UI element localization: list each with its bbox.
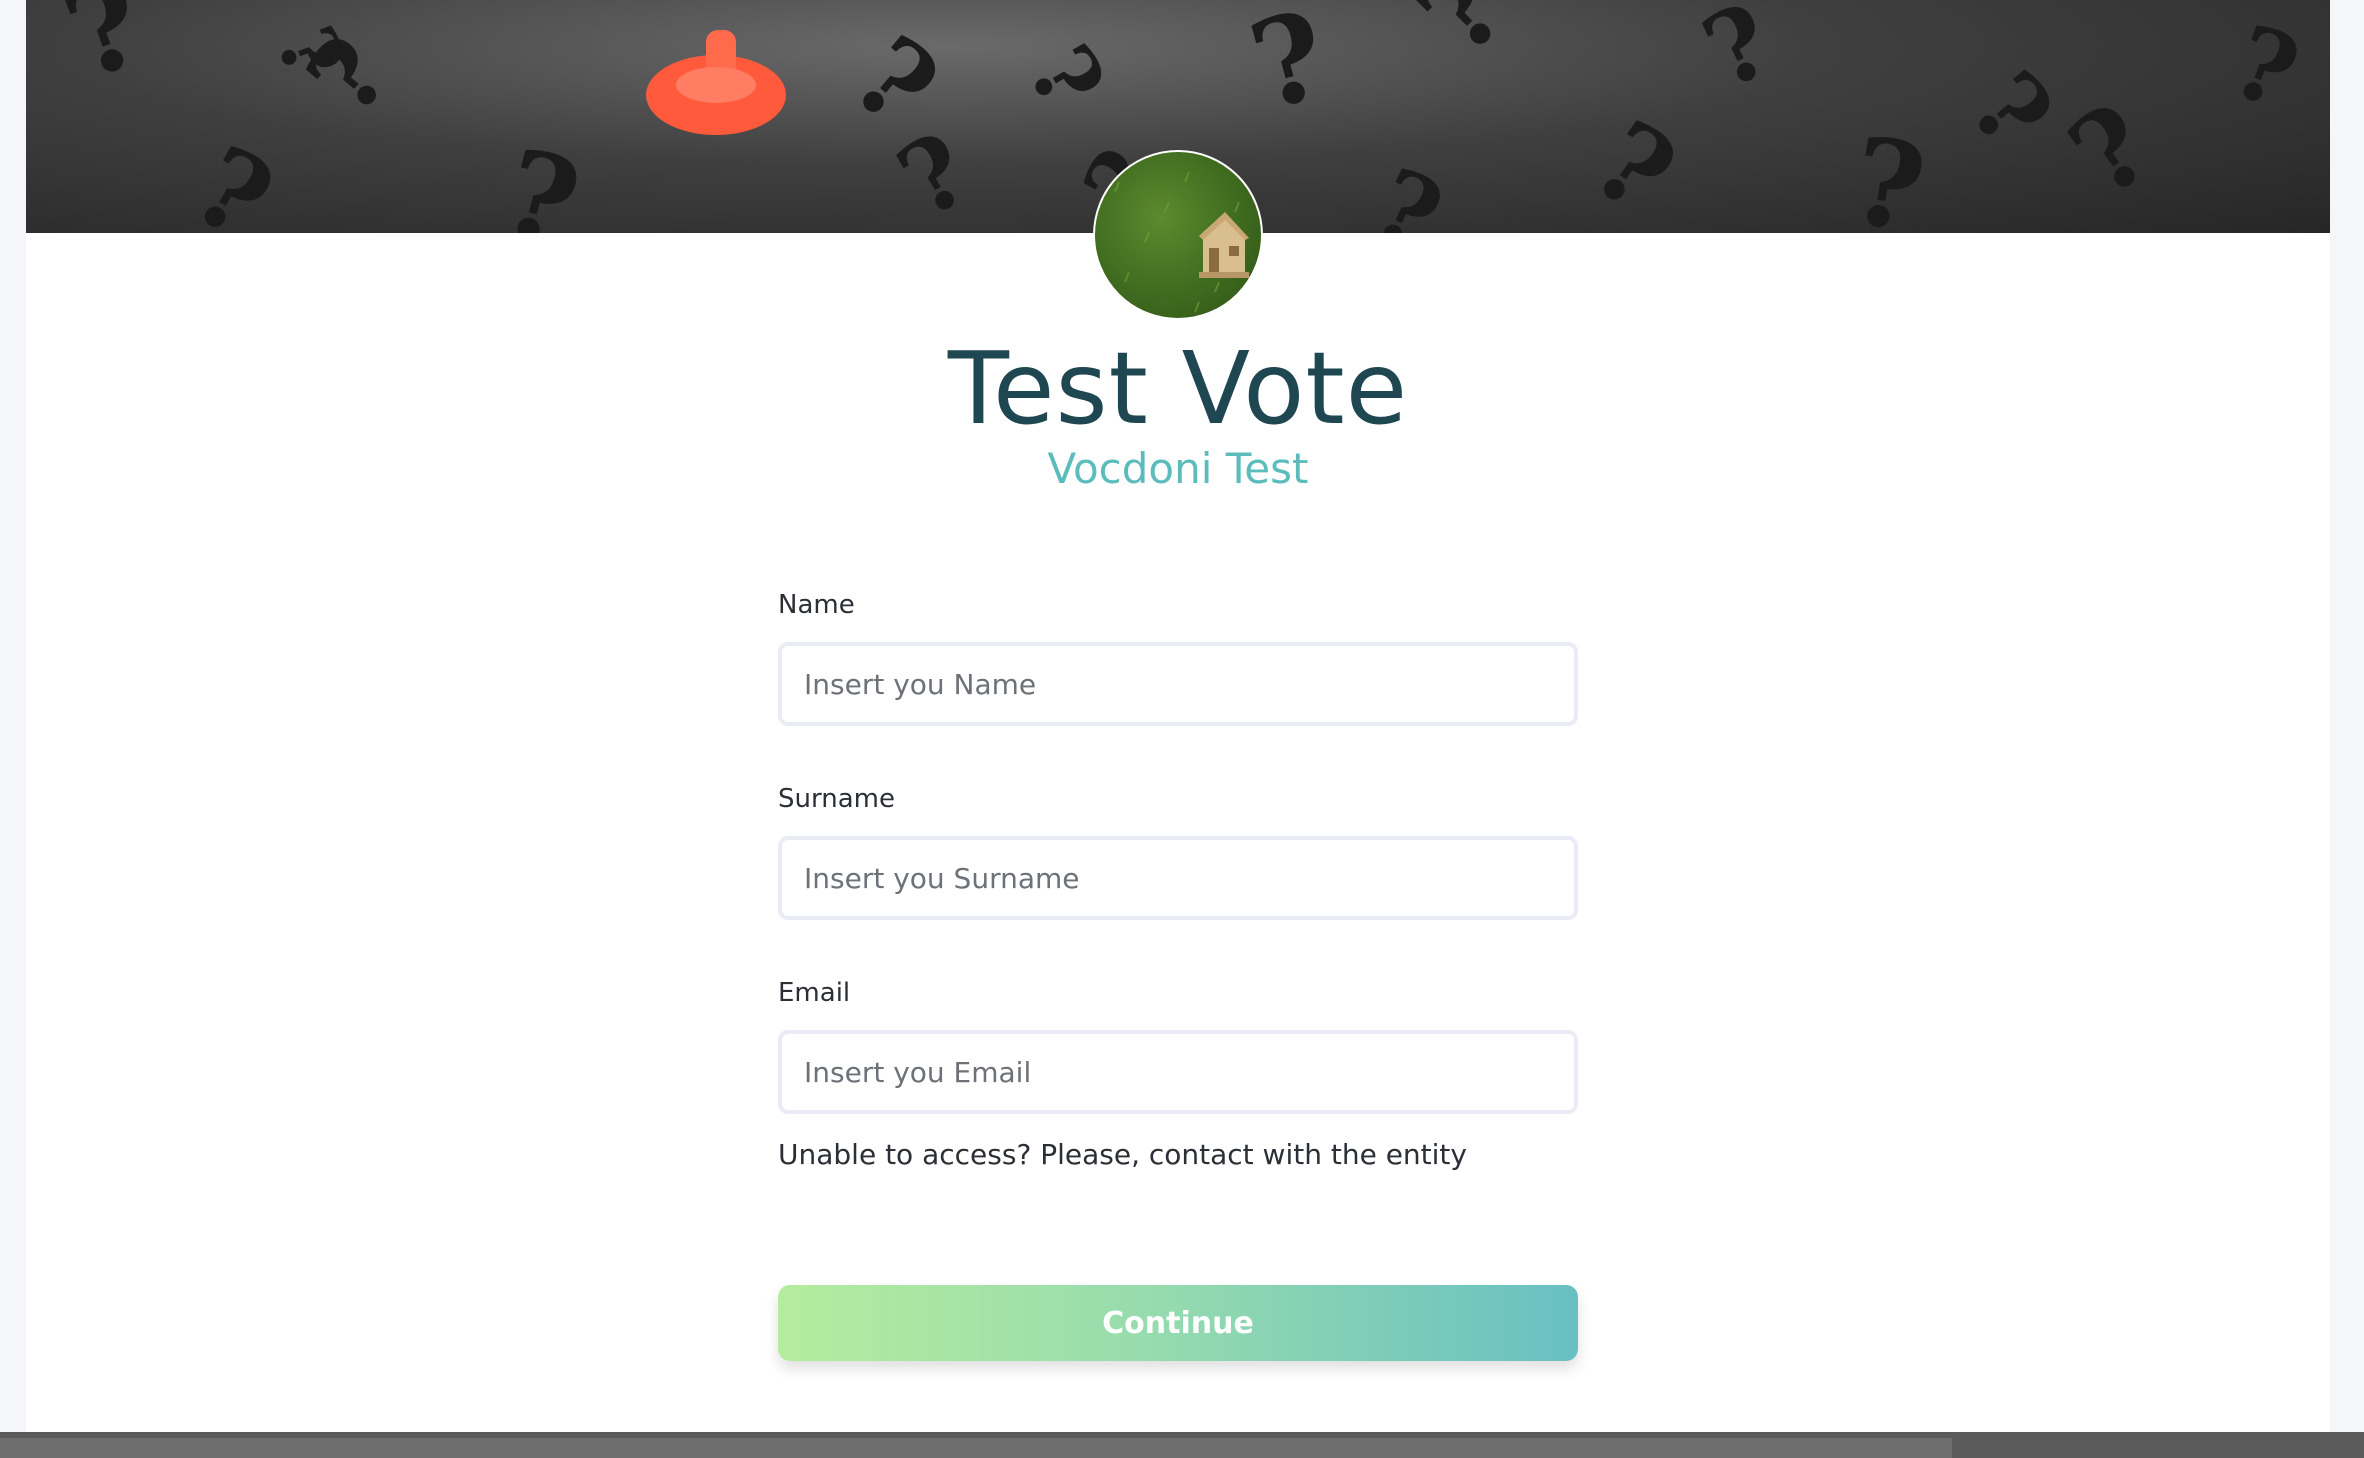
email-label: Email (778, 978, 851, 1008)
surname-input[interactable] (778, 836, 1578, 920)
svg-text:?: ? (1393, 0, 1530, 78)
svg-text:?: ? (1841, 110, 1935, 233)
svg-text:?: ? (173, 121, 293, 233)
svg-text:?: ? (2218, 2, 2313, 133)
svg-text:?: ? (1571, 96, 1698, 233)
surname-label: Surname (778, 784, 895, 814)
horizontal-scrollbar[interactable] (0, 1432, 2364, 1458)
toy-house-on-grass-avatar (1114, 171, 1249, 313)
svg-text:?: ? (1356, 145, 1459, 233)
name-field-group: Name (778, 590, 1578, 726)
page-title: Test Vote (947, 330, 1409, 447)
scrollbar-thumb[interactable] (0, 1438, 1952, 1458)
continue-button[interactable]: Continue (778, 1285, 1578, 1361)
svg-text:?: ? (1007, 28, 1125, 127)
email-input[interactable] (778, 1030, 1578, 1114)
svg-text:?: ? (1237, 0, 1341, 138)
svg-text:?: ? (48, 0, 162, 107)
email-field-group: Email (778, 978, 1578, 1114)
organization-name: Vocdoni Test (1047, 444, 1309, 493)
page-container: ? ? ? ? ? ? ? ? ? ? ? ? ? ? ? ? ? ? (26, 0, 2330, 1432)
svg-text:?: ? (1686, 0, 1789, 112)
access-help-text: Unable to access? Please, contact with t… (778, 1138, 1467, 1171)
organization-avatar (1093, 150, 1263, 320)
name-label: Name (778, 590, 855, 620)
name-input[interactable] (778, 642, 1578, 726)
surname-field-group: Surname (778, 784, 1578, 920)
svg-text:?: ? (488, 122, 592, 233)
